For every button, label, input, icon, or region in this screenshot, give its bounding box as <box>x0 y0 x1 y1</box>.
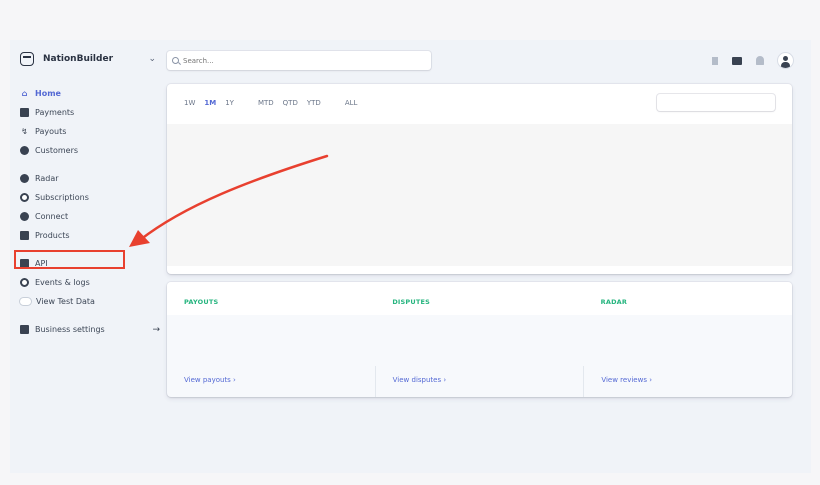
connect-icon <box>20 212 29 221</box>
app-window: NationBuilder ⌄ ⌂ Home Payments ↯ Payout… <box>10 40 811 473</box>
range-spacer <box>330 99 336 107</box>
range-1m[interactable]: 1M <box>204 99 216 107</box>
sidebar-item-label: Payouts <box>35 127 67 136</box>
range-1y[interactable]: 1Y <box>225 99 234 107</box>
search-icon <box>172 57 179 64</box>
view-reviews-link[interactable]: View reviews › <box>584 366 792 397</box>
stats-links-row: View payouts › View disputes › View revi… <box>167 366 792 397</box>
payments-icon <box>20 108 29 117</box>
range-selector: 1W 1M 1Y MTD QTD YTD ALL <box>184 99 366 107</box>
date-range-input[interactable] <box>657 94 775 111</box>
sidebar-item-payments[interactable]: Payments <box>20 103 160 122</box>
products-icon <box>20 231 29 240</box>
payouts-icon: ↯ <box>21 127 28 136</box>
annotation-highlight-box <box>14 250 125 269</box>
sidebar-item-events[interactable]: Events & logs <box>20 273 160 292</box>
sidebar-item-label: Connect <box>35 212 69 221</box>
stats-card: PAYOUTS DISPUTES RADAR View payouts › Vi… <box>167 282 792 397</box>
sidebar-item-customers[interactable]: Customers <box>20 141 160 160</box>
sidebar-item-label: Customers <box>35 146 79 155</box>
stats-header-row: PAYOUTS DISPUTES RADAR <box>167 282 792 315</box>
sidebar-item-radar[interactable]: Radar <box>20 169 160 188</box>
stat-header-disputes: DISPUTES <box>392 298 431 306</box>
sidebar: ⌂ Home Payments ↯ Payouts Customers Rada… <box>20 84 160 339</box>
sidebar-item-business-settings[interactable]: Business settings → <box>20 320 160 339</box>
sidebar-item-label: Home <box>35 89 61 98</box>
range-ytd[interactable]: YTD <box>307 99 321 107</box>
stat-header-payouts: PAYOUTS <box>184 298 219 306</box>
sidebar-item-subscriptions[interactable]: Subscriptions <box>20 188 160 207</box>
bell-icon[interactable] <box>756 56 764 65</box>
sidebar-item-label: Payments <box>35 108 75 117</box>
stat-header-radar: RADAR <box>600 298 628 306</box>
search-box[interactable] <box>167 51 431 70</box>
sidebar-item-products[interactable]: Products <box>20 226 160 245</box>
top-icons <box>708 53 793 68</box>
docs-icon[interactable] <box>732 56 742 65</box>
sidebar-item-home[interactable]: ⌂ Home <box>20 84 160 103</box>
megaphone-icon[interactable] <box>708 56 718 65</box>
toggle-icon[interactable] <box>20 298 31 305</box>
range-spacer <box>243 99 249 107</box>
radar-icon <box>20 174 29 183</box>
sidebar-item-label: Business settings <box>35 325 105 334</box>
chart-area <box>167 124 792 266</box>
home-icon: ⌂ <box>21 89 28 98</box>
arrow-right-icon: → <box>152 324 160 335</box>
account-switcher[interactable]: NationBuilder ⌄ <box>20 52 156 66</box>
sidebar-item-label: View Test Data <box>36 297 95 306</box>
overview-chart-card: 1W 1M 1Y MTD QTD YTD ALL <box>167 84 792 274</box>
sidebar-item-label: Products <box>35 231 70 240</box>
avatar[interactable] <box>778 53 793 68</box>
range-all[interactable]: ALL <box>345 99 358 107</box>
sidebar-item-label: Radar <box>35 174 59 183</box>
range-qtd[interactable]: QTD <box>283 99 298 107</box>
range-1w[interactable]: 1W <box>184 99 195 107</box>
sidebar-item-label: Events & logs <box>35 278 90 287</box>
account-logo-icon <box>20 52 34 66</box>
range-mtd[interactable]: MTD <box>258 99 274 107</box>
view-disputes-link[interactable]: View disputes › <box>376 366 585 397</box>
chevron-down-icon: ⌄ <box>148 54 156 64</box>
sidebar-item-test-data[interactable]: View Test Data <box>20 292 160 311</box>
events-icon <box>20 278 29 287</box>
customers-icon <box>20 146 29 155</box>
sidebar-item-payouts[interactable]: ↯ Payouts <box>20 122 160 141</box>
subscriptions-icon <box>20 193 29 202</box>
sidebar-item-label: Subscriptions <box>35 193 89 202</box>
sidebar-item-connect[interactable]: Connect <box>20 207 160 226</box>
search-input[interactable] <box>183 56 413 65</box>
account-name: NationBuilder <box>43 54 114 64</box>
settings-icon <box>20 325 29 334</box>
view-payouts-link[interactable]: View payouts › <box>167 366 376 397</box>
